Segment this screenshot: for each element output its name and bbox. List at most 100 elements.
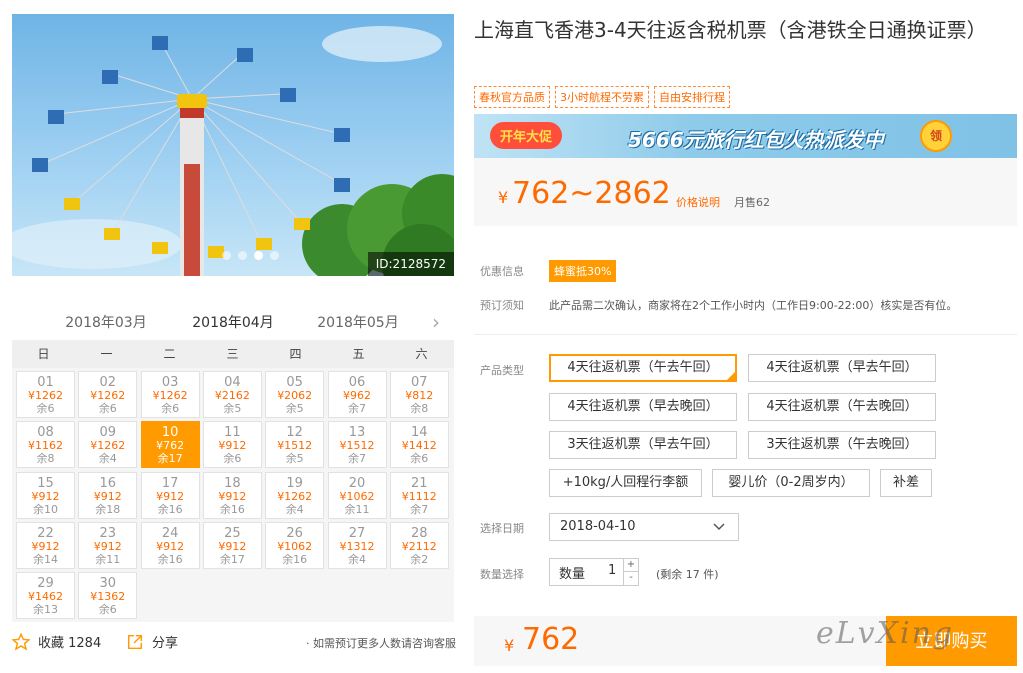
calendar-day[interactable]: 23 ¥912 余11 [78, 521, 138, 569]
option-selected[interactable]: 4天往返机票（午去午回） [549, 354, 737, 382]
day-stock: 余4 [348, 552, 366, 566]
day-stock: 余16 [282, 552, 308, 566]
calendar-day[interactable]: 24 ¥912 余16 [140, 521, 200, 569]
price-range: ¥ 762~2862 [498, 176, 671, 211]
calendar-day-selected[interactable]: 10 ¥762 余17 [140, 421, 200, 469]
day-stock: 余11 [344, 502, 370, 516]
day-number: 22 [37, 525, 54, 541]
day-number: 04 [224, 375, 241, 390]
calendar-day[interactable]: 15 ¥912 余10 [16, 471, 75, 519]
promo-banner[interactable]: 开年大促 5666元旅行红包火热派发中 领 [474, 114, 1017, 158]
option-button[interactable]: +10kg/人回程行李额 [549, 469, 702, 497]
day-price: ¥2162 [214, 389, 250, 402]
day-price: ¥762 [156, 439, 185, 453]
calendar-day[interactable]: 14 ¥1412 余6 [389, 421, 449, 469]
day-price: ¥1312 [339, 539, 375, 553]
quantity-down-button[interactable]: - [623, 572, 638, 585]
calendar-day[interactable]: 05 ¥2062 余5 [265, 371, 325, 418]
calendar-day[interactable]: 06 ¥962 余7 [327, 371, 387, 418]
calendar-day[interactable]: 25 ¥912 余17 [202, 521, 262, 569]
calendar-day[interactable]: 04 ¥2162 余5 [202, 371, 262, 418]
calendar-day[interactable]: 07 ¥812 余8 [389, 371, 449, 418]
calendar-day[interactable]: 22 ¥912 余14 [16, 521, 75, 569]
day-stock: 余5 [223, 402, 242, 415]
day-number: 12 [286, 425, 303, 441]
calendar-day[interactable]: 30 ¥1362 余6 [78, 572, 138, 620]
day-number: 02 [99, 375, 117, 390]
product-tag: 自由安排行程 [654, 86, 730, 108]
calendar-day[interactable]: 09 ¥1262 余4 [78, 421, 138, 469]
day-stock: 余16 [157, 502, 183, 516]
day-stock: 余6 [98, 402, 117, 415]
calendar-day[interactable]: 20 ¥1062 余11 [327, 471, 387, 519]
calendar-day[interactable]: 12 ¥1512 余5 [265, 421, 325, 469]
chevron-right-icon[interactable]: › [432, 310, 440, 334]
option-button[interactable]: 4天往返机票（早去晚回） [549, 393, 737, 421]
weekday-label: 二 [163, 347, 176, 361]
calendar-day[interactable]: 18 ¥912 余16 [202, 471, 262, 519]
day-stock: 余5 [285, 452, 304, 466]
date-select[interactable]: 2018-04-10 [549, 513, 739, 541]
product-title: 上海直飞香港3-4天往返含税机票（含港铁全日通换证票） [474, 18, 987, 42]
option-button[interactable]: 补差 [880, 469, 932, 497]
day-price: ¥1362 [90, 590, 126, 604]
day-price: ¥812 [405, 389, 434, 402]
notice-label: 预订须知 [480, 299, 524, 312]
quantity-stepper[interactable]: 数量 1 + - [549, 558, 639, 586]
day-price: ¥1062 [277, 539, 313, 553]
day-stock: 余16 [219, 502, 245, 516]
quantity-value[interactable]: 1 [608, 563, 616, 578]
tab-month-prev[interactable]: 2018年03月 [46, 312, 166, 332]
calendar-day[interactable]: 26 ¥1062 余16 [265, 521, 325, 569]
product-photo[interactable]: ID:2128572 [12, 14, 454, 276]
calendar-day[interactable]: 19 ¥1262 余4 [265, 471, 325, 519]
tab-month-next[interactable]: 2018年05月 [298, 312, 418, 332]
buy-now-button[interactable]: 立即购买 [886, 616, 1017, 666]
calendar-day[interactable]: 27 ¥1312 余4 [327, 521, 387, 569]
day-stock: 余7 [348, 452, 366, 466]
calendar-day[interactable]: 16 ¥912 余18 [78, 471, 138, 519]
calendar-day[interactable]: 28 ¥2112 余2 [389, 521, 449, 569]
option-button[interactable]: 3天往返机票（早去午回） [549, 431, 737, 459]
share-bar: 收藏 1284 分享 · 如需预订更多人数请咨询客服 [12, 632, 456, 654]
day-price: ¥912 [218, 539, 247, 553]
carousel-dot[interactable] [222, 251, 231, 260]
option-button[interactable]: 婴儿价（0-2周岁内） [712, 469, 870, 497]
day-price: ¥1462 [28, 590, 63, 604]
calendar-day[interactable]: 17 ¥912 余16 [140, 471, 200, 519]
day-number: 29 [37, 576, 54, 592]
day-number: 06 [348, 375, 366, 390]
promo-badge: 蜂蜜抵30% [549, 260, 617, 282]
day-price: ¥1162 [28, 439, 63, 453]
option-button[interactable]: 3天往返机票（午去晚回） [748, 431, 936, 459]
coin-icon[interactable]: 领 [920, 120, 952, 152]
price-note-link[interactable]: 价格说明 [676, 194, 720, 210]
calendar-day[interactable]: 03 ¥1262 余6 [140, 371, 200, 418]
day-price: ¥1062 [339, 489, 375, 503]
favorite-button[interactable]: 收藏 1284 [12, 632, 101, 651]
day-stock: 余11 [95, 552, 121, 566]
calendar-day[interactable]: 02 ¥1262 余6 [78, 371, 138, 418]
option-button[interactable]: 4天往返机票（午去晚回） [748, 393, 936, 421]
day-number: 07 [411, 375, 428, 390]
share-button[interactable]: 分享 [126, 632, 178, 651]
price-box: ¥ 762~2862 价格说明 月售62 [474, 158, 1017, 226]
calendar-day[interactable]: 08 ¥1162 余8 [16, 421, 75, 469]
calendar-day[interactable]: 13 ¥1512 余7 [327, 421, 387, 469]
carousel-dot-active[interactable] [254, 251, 263, 260]
day-number: 13 [348, 425, 366, 441]
day-number: 28 [411, 525, 428, 541]
promo-label: 优惠信息 [480, 265, 524, 278]
calendar-day[interactable]: 21 ¥1112 余7 [389, 471, 449, 519]
day-number: 24 [161, 525, 179, 541]
option-button[interactable]: 4天往返机票（早去午回） [748, 354, 936, 382]
quantity-up-button[interactable]: + [623, 559, 638, 572]
calendar-day[interactable]: 01 ¥1262 余6 [16, 371, 75, 418]
day-stock: 余6 [161, 402, 180, 415]
calendar-day[interactable]: 11 ¥912 余6 [202, 421, 262, 469]
calendar-day[interactable]: 29 ¥1462 余13 [16, 572, 75, 620]
options-label: 产品类型 [480, 364, 524, 377]
consult-link[interactable]: · 如需预订更多人数请咨询客服 [306, 635, 456, 651]
carousel-dot[interactable] [238, 251, 247, 260]
carousel-dot[interactable] [270, 251, 279, 260]
